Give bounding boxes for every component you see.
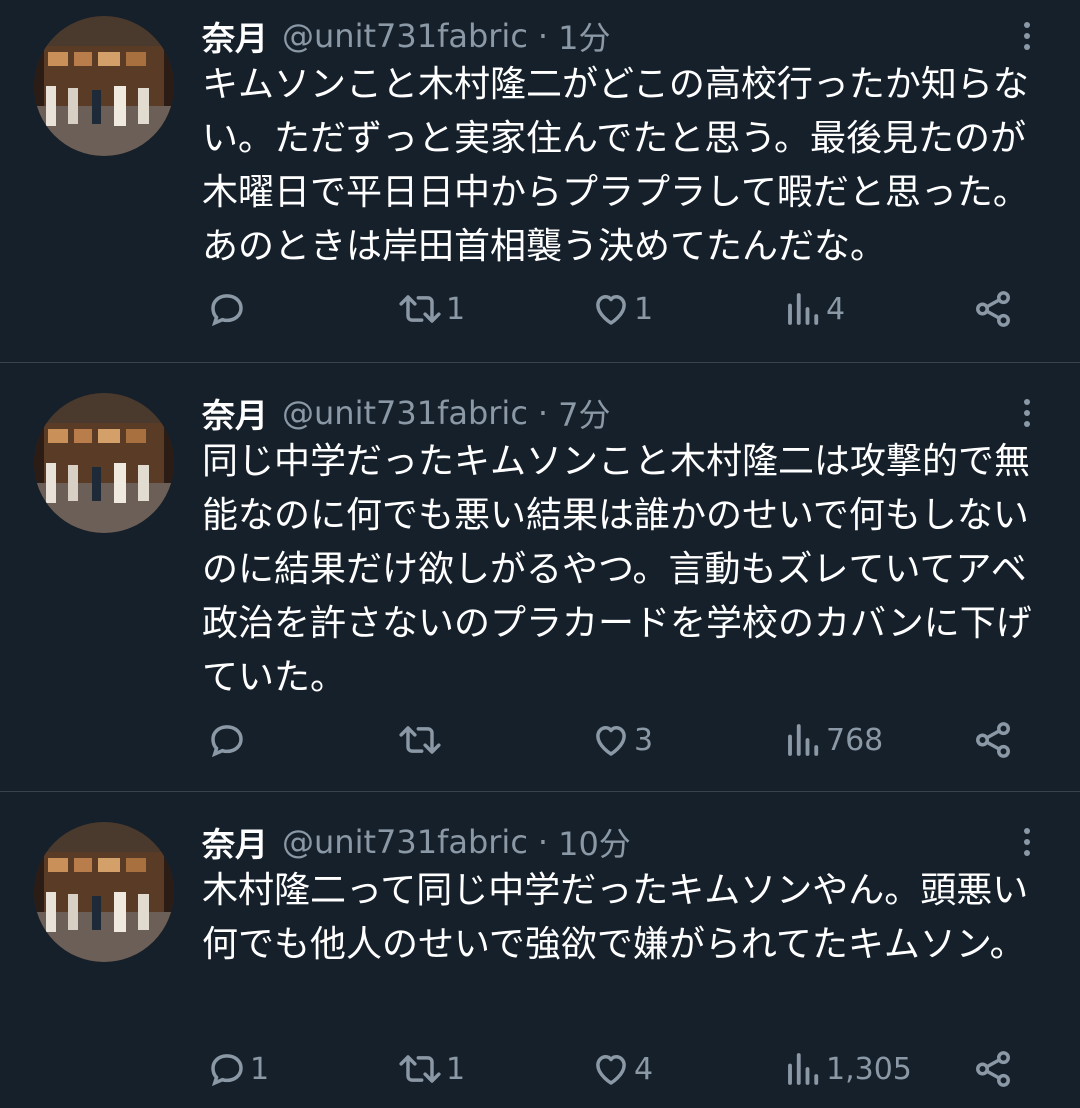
like-count: 4 bbox=[634, 1051, 654, 1087]
share-icon bbox=[972, 1048, 1014, 1090]
avatar-image bbox=[34, 393, 174, 533]
tweet-text: 同じ中学だったキムソンこと木村隆二は攻撃的で無能なのに何でも悪い結果は誰かのせい… bbox=[202, 441, 1032, 698]
reply-icon bbox=[206, 288, 248, 330]
avatar[interactable] bbox=[34, 822, 174, 962]
separator-dot: · bbox=[537, 394, 549, 432]
tweet-feed: 奈月 @unit731fabric · 1分 キムソンこと木村隆二がどこの高校行… bbox=[0, 0, 1080, 1108]
display-name[interactable]: 奈月 bbox=[202, 818, 268, 866]
reply-icon bbox=[206, 719, 248, 761]
reply-button[interactable]: 1 bbox=[206, 1044, 269, 1094]
share-button[interactable] bbox=[972, 1044, 1014, 1094]
views-chart-icon bbox=[784, 288, 824, 330]
reply-button[interactable] bbox=[206, 715, 250, 765]
display-name[interactable]: 奈月 bbox=[202, 389, 268, 437]
views-count: 768 bbox=[826, 722, 884, 758]
tweet-actions: 1 1 4 1,305 bbox=[0, 1044, 1080, 1094]
heart-icon bbox=[590, 288, 632, 330]
tweet-actions: 1 1 4 bbox=[0, 284, 1080, 334]
avatar[interactable] bbox=[34, 393, 174, 533]
retweet-icon bbox=[396, 288, 444, 330]
share-icon bbox=[972, 288, 1014, 330]
tweet-header: 奈月 @unit731fabric · 10分 bbox=[202, 820, 631, 864]
timestamp[interactable]: 1分 bbox=[558, 13, 610, 59]
tweet-header: 奈月 @unit731fabric · 1分 bbox=[202, 14, 610, 58]
like-count: 3 bbox=[634, 722, 654, 758]
separator-dot: · bbox=[537, 823, 549, 861]
share-button[interactable] bbox=[972, 715, 1014, 765]
views-button[interactable]: 4 bbox=[784, 284, 845, 334]
heart-icon bbox=[590, 719, 632, 761]
display-name[interactable]: 奈月 bbox=[202, 12, 268, 60]
views-count: 1,305 bbox=[826, 1051, 912, 1087]
reply-count: 1 bbox=[250, 1051, 270, 1087]
views-button[interactable]: 1,305 bbox=[784, 1044, 912, 1094]
retweet-count: 1 bbox=[446, 1051, 466, 1087]
tweet[interactable]: 奈月 @unit731fabric · 10分 木村隆二って同じ中学だったキムソ… bbox=[0, 792, 1080, 1108]
like-button[interactable]: 1 bbox=[590, 284, 653, 334]
user-handle[interactable]: @unit731fabric bbox=[282, 823, 528, 861]
tweet-header: 奈月 @unit731fabric · 7分 bbox=[202, 391, 610, 435]
tweet[interactable]: 奈月 @unit731fabric · 7分 同じ中学だったキムソンこと木村隆二… bbox=[0, 363, 1080, 791]
tweet-text: 木村隆二って同じ中学だったキムソンやん。頭悪い何でも他人のせいで強欲で嫌がられて… bbox=[202, 870, 1029, 965]
reply-icon bbox=[206, 1048, 248, 1090]
views-chart-icon bbox=[784, 1048, 824, 1090]
views-chart-icon bbox=[784, 719, 824, 761]
like-count: 1 bbox=[634, 291, 654, 327]
tweet[interactable]: 奈月 @unit731fabric · 1分 キムソンこと木村隆二がどこの高校行… bbox=[0, 0, 1080, 362]
share-icon bbox=[972, 719, 1014, 761]
retweet-button[interactable]: 1 bbox=[396, 1044, 465, 1094]
like-button[interactable]: 3 bbox=[590, 715, 653, 765]
reply-button[interactable] bbox=[206, 284, 250, 334]
user-handle[interactable]: @unit731fabric bbox=[282, 17, 528, 55]
more-vertical-icon[interactable] bbox=[1012, 16, 1042, 56]
heart-icon bbox=[590, 1048, 632, 1090]
tweet-text: キムソンこと木村隆二がどこの高校行ったか知らない。ただずっと実家住んでたと思う。… bbox=[202, 64, 1029, 267]
avatar-image bbox=[34, 16, 174, 156]
more-vertical-icon[interactable] bbox=[1012, 822, 1042, 862]
retweet-icon bbox=[396, 1048, 444, 1090]
timestamp[interactable]: 7分 bbox=[558, 390, 610, 436]
avatar-image bbox=[34, 822, 174, 962]
views-button[interactable]: 768 bbox=[784, 715, 883, 765]
share-button[interactable] bbox=[972, 284, 1014, 334]
tweet-actions: 3 768 bbox=[0, 715, 1080, 765]
retweet-button[interactable]: 1 bbox=[396, 284, 465, 334]
retweet-icon bbox=[396, 719, 444, 761]
retweet-count: 1 bbox=[446, 291, 466, 327]
more-vertical-icon[interactable] bbox=[1012, 393, 1042, 433]
user-handle[interactable]: @unit731fabric bbox=[282, 394, 528, 432]
avatar[interactable] bbox=[34, 16, 174, 156]
like-button[interactable]: 4 bbox=[590, 1044, 653, 1094]
views-count: 4 bbox=[826, 291, 846, 327]
timestamp[interactable]: 10分 bbox=[558, 819, 631, 865]
separator-dot: · bbox=[537, 17, 549, 55]
retweet-button[interactable] bbox=[396, 715, 446, 765]
